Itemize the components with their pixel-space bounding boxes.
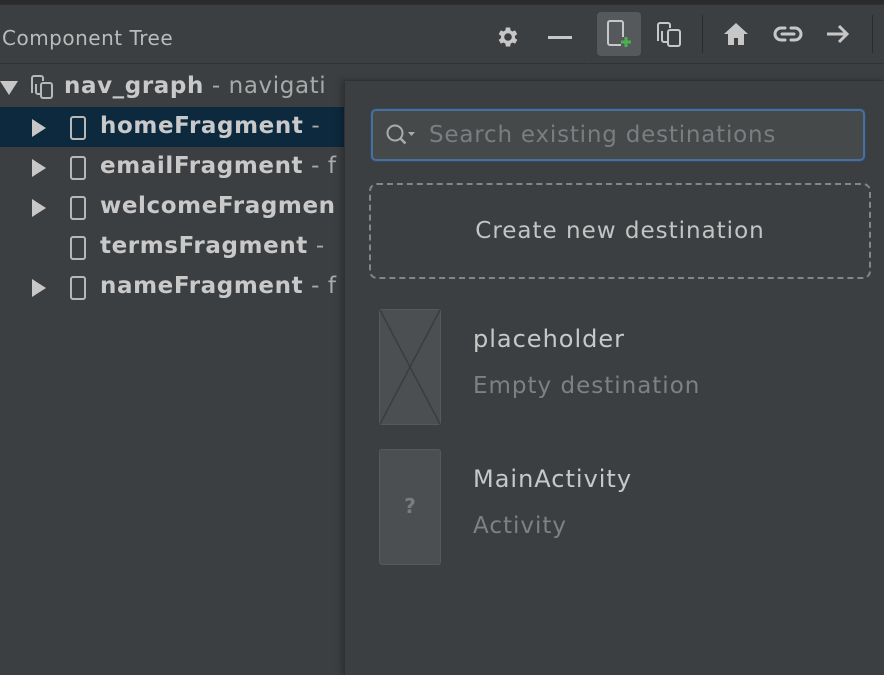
action-button[interactable]: [816, 12, 860, 56]
destination-name: placeholder: [473, 325, 625, 353]
new-destination-icon: [607, 20, 631, 47]
expand-arrow-icon[interactable]: [32, 199, 46, 217]
expand-arrow-icon[interactable]: [32, 119, 46, 137]
tree-item-suffix: - f: [303, 273, 337, 299]
new-destination-button[interactable]: [597, 12, 641, 56]
create-new-destination-button[interactable]: Create new destination: [369, 183, 871, 279]
fragment-icon: [69, 275, 87, 305]
nested-graph-icon: [657, 22, 681, 47]
toolbar-separator: [702, 15, 703, 53]
tree-item-suffix: - navigati: [203, 73, 327, 99]
fragment-icon: [69, 115, 87, 145]
toolbar-separator: [872, 15, 873, 53]
link-icon: [773, 26, 803, 42]
home-button[interactable]: [714, 12, 758, 56]
fragment-icon: [69, 195, 87, 225]
tree-item-name: homeFragment: [100, 113, 304, 139]
destination-type: Empty destination: [473, 373, 701, 399]
fragment-icon: [69, 155, 87, 185]
search-box[interactable]: [371, 109, 865, 161]
home-icon: [724, 23, 748, 45]
tree-item-name: nav_graph: [64, 73, 204, 99]
nested-graph-button[interactable]: [647, 12, 691, 56]
tree-item-name: termsFragment: [100, 233, 308, 259]
tree-item-suffix: -: [303, 113, 321, 139]
placeholder-thumbnail: [379, 309, 441, 425]
component-tree-header: Component Tree: [0, 5, 588, 64]
tree-item-name: nameFragment: [100, 273, 304, 299]
fragment-icon: [69, 235, 87, 265]
minimize-icon[interactable]: [546, 23, 574, 51]
gear-icon[interactable]: [494, 23, 522, 51]
tree-item-suffix: - f: [303, 153, 337, 179]
tree-item-suffix: -: [307, 233, 325, 259]
destination-type: Activity: [473, 513, 568, 539]
panel-title: Component Tree: [2, 26, 174, 50]
destination-item-main-activity[interactable]: ? MainActivity Activity: [379, 449, 859, 567]
link-button[interactable]: [766, 12, 810, 56]
navigation-toolbar: [589, 5, 884, 64]
nested-graph-icon: [28, 73, 58, 105]
collapse-arrow-icon[interactable]: [0, 81, 18, 95]
search-icon: [385, 123, 419, 151]
search-input[interactable]: [427, 117, 851, 153]
expand-arrow-icon[interactable]: [32, 159, 46, 177]
question-mark-icon: ?: [404, 494, 416, 518]
arrow-right-icon: [827, 24, 850, 44]
activity-thumbnail: ?: [379, 449, 441, 565]
expand-arrow-icon[interactable]: [32, 279, 46, 297]
tree-item-name: emailFragment: [100, 153, 304, 179]
destination-name: MainActivity: [473, 465, 633, 493]
destination-item-placeholder[interactable]: placeholder Empty destination: [379, 309, 859, 427]
add-destination-popup: Create new destination placeholder Empty…: [344, 80, 884, 675]
tree-item-name: welcomeFragmen: [100, 193, 336, 219]
